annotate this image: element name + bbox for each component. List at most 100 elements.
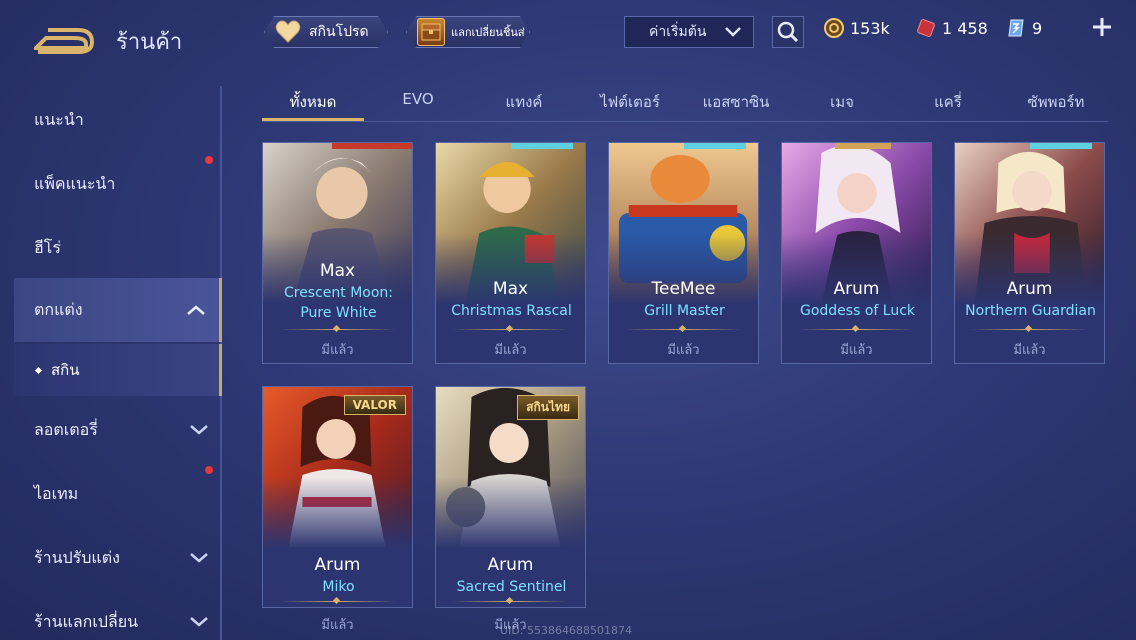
skin-card[interactable]: สกินไทย Arum Sacred Sentinel [435, 386, 586, 608]
card-corner-tag [1030, 143, 1092, 149]
sidebar-subitem-skins[interactable]: สกิน [14, 344, 222, 396]
card-corner-tag [511, 143, 573, 149]
owned-status: มีแล้ว [321, 343, 354, 358]
notification-dot [205, 156, 213, 164]
tab-carry[interactable]: แครี่ [898, 90, 998, 114]
owned-status: มีแล้ว [667, 343, 700, 358]
hero-name: Arum [487, 555, 534, 575]
tab-fighter[interactable]: ไฟต์เตอร์ [580, 90, 680, 114]
sidebar-item-heroes[interactable]: ฮีโร่ [14, 216, 222, 280]
treasure-chest-icon [417, 18, 445, 46]
tab-all[interactable]: ทั้งหมด [262, 90, 364, 114]
player-uid: UID: 553864688501874 [500, 624, 632, 637]
owned-status: มีแล้ว [840, 343, 873, 358]
gold-currency: 153k [824, 18, 890, 38]
hero-name: Arum [314, 555, 361, 575]
exchange-fragments-button[interactable]: แลกเปลี่ยนชิ้นส่ [406, 16, 530, 48]
chevron-down-icon [190, 553, 208, 563]
role-tabs: ทั้งหมด EVO แทงค์ ไฟต์เตอร์ แอสซาซิน เมจ… [262, 82, 1108, 122]
sidebar-item-recommended[interactable]: แนะนำ [14, 88, 222, 152]
page-title: ร้านค้า [116, 30, 183, 55]
chevron-up-icon [187, 305, 205, 315]
skin-name: Northern Guardian [965, 303, 1096, 319]
skin-card[interactable]: Max Christmas Rascal มีแล้ว [435, 142, 586, 364]
card-separator [798, 329, 915, 330]
sidebar-item-customize-shop[interactable]: ร้านปรับแต่ง [14, 526, 222, 590]
voucher-amount: 1 458 [942, 18, 988, 38]
owned-status: มีแล้ว [494, 343, 527, 358]
active-tab-indicator [262, 118, 364, 121]
card-corner-tag [332, 143, 412, 149]
notification-dot [205, 466, 213, 474]
sidebar-item-label: ร้านปรับแต่ง [34, 547, 120, 567]
owned-status: มีแล้ว [1013, 343, 1046, 358]
token-currency: 9 [1006, 18, 1042, 38]
favorite-skins-label: สกินโปรด [309, 24, 369, 40]
skin-tier-badge: VALOR [343, 395, 406, 415]
sidebar-item-label: แพ็คแนะนำ [34, 173, 116, 193]
heart-icon [273, 17, 303, 47]
skin-card[interactable]: Max Crescent Moon: Pure White มีแล้ว [262, 142, 413, 364]
skin-name: Crescent Moon: [283, 285, 394, 301]
sidebar-item-label: ฮีโร่ [34, 237, 61, 257]
owned-status: มีแล้ว [321, 618, 354, 633]
tab-tank[interactable]: แทงค์ [474, 90, 574, 114]
skin-card[interactable]: VALOR Arum Miko [262, 386, 413, 608]
sidebar-item-label: ไอเทม [34, 483, 79, 503]
voucher-currency: 1 458 [916, 18, 988, 38]
card-separator [452, 329, 569, 330]
skin-card[interactable]: TeeMee Grill Master มีแล้ว [608, 142, 759, 364]
sidebar-item-decorations[interactable]: ตกแต่ง [14, 278, 222, 342]
tab-mage[interactable]: เมจ [792, 90, 892, 114]
token-amount: 9 [1032, 18, 1043, 38]
skin-tier-badge: สกินไทย [517, 395, 579, 420]
skin-grid: Max Crescent Moon: Pure White มีแล้ว Max… [262, 142, 1108, 640]
search-button[interactable] [772, 16, 804, 48]
skin-token-icon [1006, 18, 1026, 38]
sidebar-item-label: ลอตเตอรี่ [34, 419, 98, 439]
plus-icon [1093, 18, 1111, 36]
sidebar-item-recommended-packs[interactable]: แพ็คแนะนำ [14, 152, 222, 216]
skin-card[interactable]: Arum Northern Guardian มีแล้ว [954, 142, 1105, 364]
hero-name: Max [492, 279, 529, 299]
search-icon [777, 21, 799, 43]
chevron-down-icon [190, 617, 208, 627]
hero-name: TeeMee [651, 279, 716, 299]
tab-assassin[interactable]: แอสซาซิน [686, 90, 786, 114]
sidebar-item-label: ตกแต่ง [34, 299, 83, 319]
skin-card[interactable]: Arum Goddess of Luck มีแล้ว [781, 142, 932, 364]
sort-selected-label: ค่าเริ่มต้น [649, 24, 707, 40]
favorite-skins-button[interactable]: สกินโปรด [264, 16, 388, 48]
skin-name: Goddess of Luck [799, 303, 915, 319]
bullet-icon [34, 366, 43, 374]
skin-name: Sacred Sentinel [456, 579, 567, 595]
chevron-down-icon [190, 425, 208, 435]
skin-name: Miko [322, 579, 355, 595]
add-currency-button[interactable] [1090, 16, 1114, 40]
card-corner-tag [684, 143, 746, 149]
sidebar-item-items[interactable]: ไอเทม [14, 462, 222, 526]
sidebar-item-exchange-shop[interactable]: ร้านแลกเปลี่ยน [14, 590, 222, 640]
exchange-fragments-label: แลกเปลี่ยนชิ้นส่ [451, 26, 525, 39]
red-voucher-icon [916, 18, 936, 38]
sort-dropdown[interactable]: ค่าเริ่มต้น [624, 16, 754, 48]
sidebar-item-lottery[interactable]: ลอตเตอรี่ [14, 398, 222, 462]
gold-coin-icon [824, 18, 844, 38]
gold-amount: 153k [850, 18, 890, 38]
sidebar-item-label: แนะนำ [34, 109, 84, 129]
hero-name: Arum [1006, 279, 1053, 299]
hero-name: Arum [833, 279, 880, 299]
tab-support[interactable]: ซัพพอร์ท [1004, 90, 1108, 114]
sidebar-item-label: สกิน [51, 361, 80, 379]
hero-name: Max [319, 261, 356, 281]
chevron-down-icon [725, 27, 741, 37]
tab-evo[interactable]: EVO [368, 90, 468, 108]
card-corner-tag [835, 143, 891, 149]
skin-name: Grill Master [644, 303, 725, 319]
card-separator [625, 329, 742, 330]
artwork-fade [263, 477, 412, 557]
card-separator [971, 329, 1088, 330]
back-button[interactable] [31, 22, 95, 54]
card-separator [279, 329, 396, 330]
card-separator [452, 601, 569, 602]
